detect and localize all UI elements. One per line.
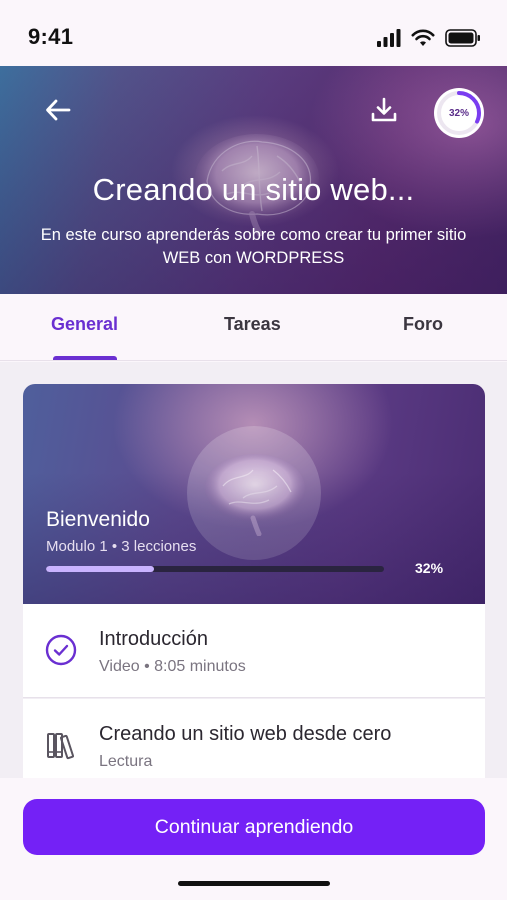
- wifi-icon: [411, 29, 435, 46]
- module-progress-fill: [46, 566, 155, 572]
- module-progress-label: 32%: [415, 560, 444, 576]
- tab-foro[interactable]: Foro: [403, 314, 443, 335]
- lesson-item[interactable]: Creando un sitio web desde cero Lectura: [23, 699, 485, 778]
- status-bar: 9:41: [0, 0, 507, 66]
- tab-active-indicator: [53, 356, 117, 360]
- lesson-subtitle: Lectura: [99, 753, 153, 770]
- tab-tareas[interactable]: Tareas: [224, 314, 281, 335]
- lesson-subtitle: Video • 8:05 minutos: [99, 658, 246, 675]
- battery-icon: [445, 29, 480, 47]
- course-title: Creando un sitio web...: [92, 172, 415, 207]
- module-meta: Modulo 1 • 3 lecciones: [46, 538, 197, 555]
- continue-learning-button[interactable]: Continuar aprendiendo: [23, 799, 485, 855]
- course-hero: 32% Creando un sitio web... En este curs…: [0, 66, 507, 294]
- module-card[interactable]: Bienvenido Modulo 1 • 3 lecciones 32%: [23, 384, 485, 604]
- status-time: 9:41: [28, 24, 74, 49]
- progress-ring-label: 32%: [448, 107, 469, 119]
- lesson-item[interactable]: Introducción Video • 8:05 minutos: [23, 604, 485, 698]
- lesson-title: Introducción: [99, 628, 208, 650]
- content-area: Bienvenido Modulo 1 • 3 lecciones 32% In…: [0, 362, 507, 778]
- check-circle-icon: [45, 634, 77, 666]
- status-icons: [377, 28, 481, 48]
- books-icon: [47, 733, 74, 760]
- arrow-left-icon: [46, 99, 71, 121]
- module-progress-bar: [46, 566, 384, 572]
- home-indicator: [178, 881, 330, 886]
- cellular-signal-icon: [377, 29, 401, 47]
- course-progress-ring: 32%: [432, 86, 486, 140]
- back-button[interactable]: [40, 92, 76, 128]
- module-title: Bienvenido: [46, 508, 150, 531]
- tab-general[interactable]: General: [51, 314, 118, 335]
- tab-bar: General Tareas Foro: [0, 294, 507, 361]
- download-icon: [371, 97, 397, 122]
- bottom-bar: Continuar aprendiendo: [0, 778, 507, 900]
- course-description: En este curso aprenderás sobre como crea…: [40, 226, 467, 267]
- download-button[interactable]: [366, 92, 402, 128]
- lesson-title: Creando un sitio web desde cero: [99, 723, 392, 745]
